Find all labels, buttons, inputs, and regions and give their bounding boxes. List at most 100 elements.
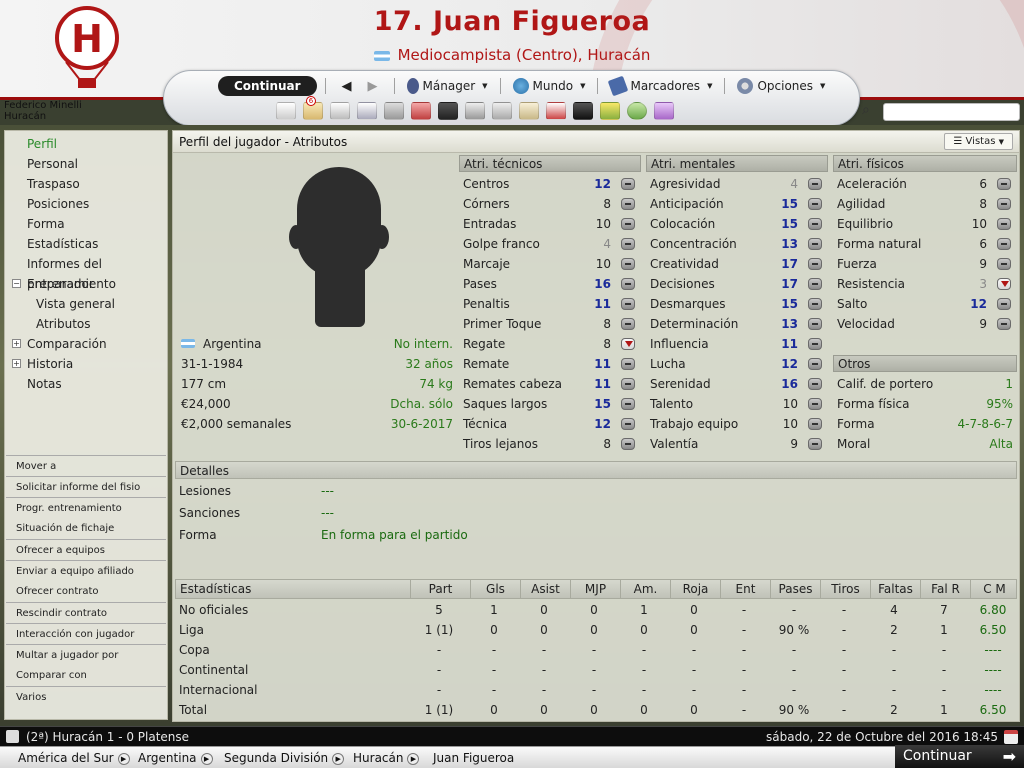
- chevron-right-icon[interactable]: ▶: [407, 752, 420, 765]
- finances-icon[interactable]: [600, 102, 620, 120]
- sidebar-item-history[interactable]: + Historia: [5, 354, 167, 374]
- stats-column-header[interactable]: Tiros: [820, 580, 870, 598]
- views-button[interactable]: ☰ Vistas ▼: [944, 133, 1013, 150]
- match-icon[interactable]: [546, 102, 566, 120]
- menu-world[interactable]: Mundo ▼: [509, 78, 590, 94]
- sidebar-item-comparison[interactable]: + Comparación: [5, 334, 167, 354]
- stats-column-header[interactable]: Asist: [520, 580, 570, 598]
- stats-column-header[interactable]: MJP: [570, 580, 620, 598]
- stats-column-header[interactable]: Pases: [770, 580, 820, 598]
- arrow-right-icon[interactable]: ▶: [368, 79, 378, 94]
- calendar-icon[interactable]: [1004, 730, 1018, 744]
- menu-manager[interactable]: Mánager ▼: [403, 78, 492, 94]
- stats-column-header[interactable]: Part: [410, 580, 470, 598]
- calendar-icon[interactable]: [357, 102, 377, 120]
- stats-column-header[interactable]: Faltas: [870, 580, 920, 598]
- attribute-row: Concentración 13: [646, 234, 828, 254]
- manager-info: Federico Minelli Huracán: [4, 100, 82, 122]
- inbox-icon[interactable]: 6: [303, 96, 323, 120]
- action-item[interactable]: Situación de fichaje: [6, 518, 166, 539]
- chevron-right-icon[interactable]: ▶: [117, 752, 130, 765]
- action-item[interactable]: Comparar con: [6, 665, 166, 686]
- neutral-trend-icon: [808, 258, 822, 270]
- breadcrumb-item[interactable]: Argentina ▶: [138, 747, 213, 768]
- sidebar-item-form[interactable]: Forma: [5, 214, 167, 234]
- tactics-icon[interactable]: [438, 102, 458, 120]
- sidebar-item-profile[interactable]: Perfil: [5, 134, 167, 154]
- action-item[interactable]: Mover a: [6, 455, 166, 476]
- stats-column-header[interactable]: C M: [970, 580, 1018, 598]
- match-score[interactable]: (2ª) Huracán 1 - 0 Platense: [26, 727, 189, 747]
- table-cell: -: [541, 643, 547, 657]
- scout-icon[interactable]: [492, 102, 512, 120]
- stats-column-header[interactable]: Gls: [470, 580, 520, 598]
- stats-column-header[interactable]: Estadísticas: [176, 580, 410, 598]
- action-item[interactable]: Ofrecer contrato: [6, 581, 166, 602]
- continue-button[interactable]: Continuar: [218, 76, 317, 96]
- transfers-icon[interactable]: [411, 102, 431, 120]
- sidebar-item-personal[interactable]: Personal: [5, 154, 167, 174]
- action-item[interactable]: Solicitar informe del fisio: [6, 476, 166, 497]
- neutral-trend-icon: [997, 238, 1011, 250]
- menu-options[interactable]: Opciones ▼: [733, 78, 829, 94]
- help-icon[interactable]: [627, 102, 647, 120]
- binoculars-icon[interactable]: [573, 102, 593, 120]
- clipboard-icon[interactable]: [519, 102, 539, 120]
- table-cell: 0: [590, 603, 598, 617]
- stats-column-header[interactable]: Ent: [720, 580, 770, 598]
- menu-bookmarks[interactable]: Marcadores ▼: [606, 75, 716, 97]
- sidebar-item-coach-reports[interactable]: Informes del preparador: [5, 254, 167, 291]
- chevron-down-icon: ▼: [998, 138, 1004, 146]
- match-icon: [6, 730, 19, 743]
- home-icon[interactable]: [276, 102, 296, 120]
- trophy-icon[interactable]: [465, 102, 485, 120]
- attribute-row: Talento 10: [646, 394, 828, 414]
- squad-icon[interactable]: [330, 102, 350, 120]
- attribute-value: 15: [594, 397, 611, 411]
- question-icon[interactable]: [654, 102, 674, 120]
- neutral-trend-icon: [621, 378, 635, 390]
- breadcrumb-item[interactable]: Huracán ▶: [353, 747, 420, 768]
- staff-icon[interactable]: [384, 102, 404, 120]
- neutral-trend-icon: [621, 298, 635, 310]
- breadcrumb-item[interactable]: Segunda División ▶: [224, 747, 345, 768]
- action-item[interactable]: Interacción con jugador: [6, 623, 166, 644]
- stats-column-header[interactable]: Fal R: [920, 580, 970, 598]
- breadcrumb-item[interactable]: Juan Figueroa: [433, 747, 514, 768]
- table-cell: 0: [540, 603, 548, 617]
- sidebar-item-notes[interactable]: Notas: [5, 374, 167, 394]
- action-item[interactable]: Ofrecer a equipos: [6, 539, 166, 560]
- attribute-row: Entradas 10: [459, 214, 641, 234]
- sidebar-item-overview[interactable]: Vista general: [5, 294, 167, 314]
- table-cell: ----: [984, 643, 1002, 657]
- sidebar-item-attributes[interactable]: Atributos: [5, 314, 167, 334]
- search-input[interactable]: [883, 103, 1020, 121]
- arrow-left-icon[interactable]: ◀: [342, 79, 352, 94]
- attribute-value: 8: [603, 337, 611, 351]
- continue-button-bottom[interactable]: Continuar ➡: [895, 745, 1024, 768]
- chevron-right-icon[interactable]: ▶: [332, 752, 345, 765]
- attribute-value: 10: [782, 397, 798, 411]
- expand-icon[interactable]: +: [12, 359, 21, 368]
- stats-column-header[interactable]: Am.: [620, 580, 670, 598]
- sidebar-item-transfer[interactable]: Traspaso: [5, 174, 167, 194]
- breadcrumb-item[interactable]: América del Sur ▶: [18, 747, 130, 768]
- search-icon[interactable]: ⌕: [862, 102, 870, 118]
- table-cell: -: [641, 683, 647, 697]
- action-item[interactable]: Progr. entrenamiento: [6, 497, 166, 518]
- neutral-trend-icon: [808, 298, 822, 310]
- sidebar-item-training[interactable]: − Entrenamiento: [5, 274, 167, 294]
- expand-icon[interactable]: +: [12, 339, 21, 348]
- action-item[interactable]: Varios: [6, 686, 166, 707]
- action-item[interactable]: Rescindir contrato: [6, 602, 166, 623]
- attribute-row: Técnica 12: [459, 414, 641, 434]
- stats-column-header[interactable]: Roja: [670, 580, 720, 598]
- collapse-icon[interactable]: −: [12, 279, 21, 288]
- table-cell: Copa: [179, 643, 210, 657]
- attr-column-header: Atri. mentales: [646, 155, 828, 172]
- action-item[interactable]: Multar a jugador por: [6, 644, 166, 665]
- action-item[interactable]: Enviar a equipo afiliado: [6, 560, 166, 581]
- sidebar-item-stats[interactable]: Estadísticas: [5, 234, 167, 254]
- chevron-right-icon[interactable]: ▶: [200, 752, 213, 765]
- sidebar-item-positions[interactable]: Posiciones: [5, 194, 167, 214]
